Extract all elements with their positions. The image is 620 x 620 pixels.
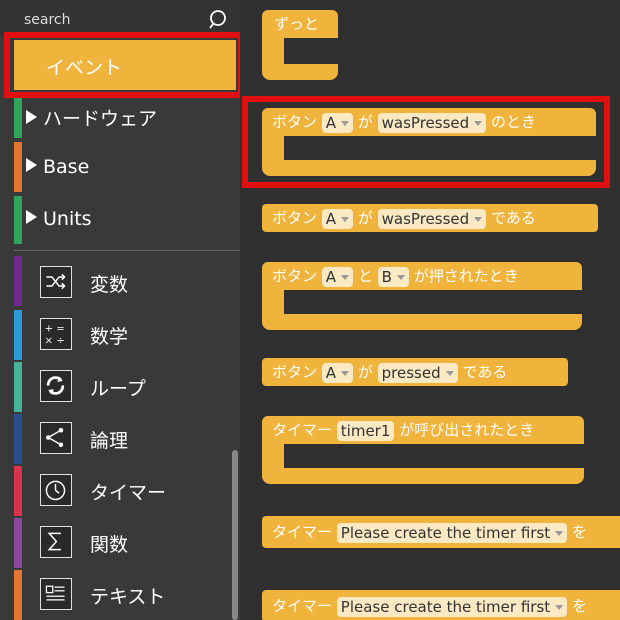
event-category-highlight <box>4 32 244 98</box>
category-logic-strip <box>14 414 22 464</box>
shuffle-icon <box>40 266 72 298</box>
svg-text:÷: ÷ <box>56 335 64 346</box>
sidebar-scrollbar[interactable] <box>232 450 238 620</box>
text-card-icon <box>40 578 72 610</box>
timer-name-field[interactable]: timer1 <box>336 420 395 441</box>
category-base-strip <box>14 142 22 192</box>
button-a-dropdown[interactable]: A <box>321 266 354 287</box>
button-b-dropdown[interactable]: B <box>377 266 409 287</box>
timer-select-dropdown[interactable]: Please create the timer first <box>336 522 568 543</box>
button-select-dropdown[interactable]: A <box>321 362 354 383</box>
buttons-a-and-b-pressed-event-block[interactable]: ボタン A と B が押されたとき <box>262 262 582 290</box>
sigma-icon <box>40 526 72 558</box>
button-pressed-value-block[interactable]: ボタン A が pressed である <box>262 358 568 386</box>
button-was-pressed-value-block[interactable]: ボタン A が wasPressed である <box>262 204 598 232</box>
block-flyout: ずっと ボタン A が wasPressed のとき ボタン A が wasPr… <box>240 0 620 620</box>
timer-action-block[interactable]: タイマー Please create the timer first を <box>262 590 620 620</box>
category-variables-strip <box>14 256 22 306</box>
category-timer-strip <box>14 466 22 516</box>
clock-icon <box>40 474 72 506</box>
timer-action-block[interactable]: タイマー Please create the timer first を <box>262 516 620 548</box>
category-functions-strip <box>14 518 22 568</box>
expand-triangle-icon <box>26 110 37 124</box>
search-bar <box>0 0 240 36</box>
timer-select-dropdown[interactable]: Please create the timer first <box>336 596 568 617</box>
category-math-strip <box>14 310 22 360</box>
button-select-dropdown[interactable]: A <box>321 208 354 229</box>
category-hardware-strip <box>14 92 22 138</box>
category-hardware[interactable]: ハードウェア <box>26 104 157 131</box>
button-state-dropdown[interactable]: pressed <box>377 362 458 383</box>
svg-text:+: + <box>45 324 53 335</box>
category-base[interactable]: Base <box>26 156 89 178</box>
event-block-arm <box>262 444 284 470</box>
event-block-bottom <box>262 468 584 484</box>
timer-called-event-block[interactable]: タイマー timer1 が呼び出されたとき <box>262 416 584 444</box>
search-icon[interactable] <box>208 9 228 29</box>
target-block-highlight <box>242 96 610 188</box>
svg-text:×: × <box>45 335 53 346</box>
event-block-bottom <box>262 314 582 330</box>
button-state-dropdown[interactable]: wasPressed <box>377 208 487 229</box>
sidebar-divider <box>14 250 240 251</box>
category-units-strip <box>14 196 22 244</box>
category-timer[interactable]: タイマー <box>90 478 166 505</box>
category-logic[interactable]: 論理 <box>90 426 128 453</box>
forever-block-arm <box>262 38 284 64</box>
svg-text:=: = <box>56 324 64 335</box>
category-loops[interactable]: ループ <box>90 374 146 401</box>
category-text-strip <box>14 570 22 620</box>
category-units[interactable]: Units <box>26 208 92 230</box>
event-block-arm <box>262 290 284 316</box>
search-input[interactable] <box>24 10 194 30</box>
category-math[interactable]: 数学 <box>90 322 128 349</box>
logic-branch-icon <box>40 422 72 454</box>
category-loops-strip <box>14 362 22 412</box>
expand-triangle-icon <box>26 158 37 172</box>
category-functions[interactable]: 関数 <box>90 530 128 557</box>
forever-block[interactable]: ずっと <box>262 10 338 38</box>
category-variables[interactable]: 変数 <box>90 270 128 297</box>
category-text[interactable]: テキスト <box>90 582 165 609</box>
math-operators-icon: + = × ÷ <box>40 318 72 350</box>
expand-triangle-icon <box>26 210 37 224</box>
forever-block-bottom <box>262 64 338 80</box>
loop-arrows-icon <box>40 370 72 402</box>
